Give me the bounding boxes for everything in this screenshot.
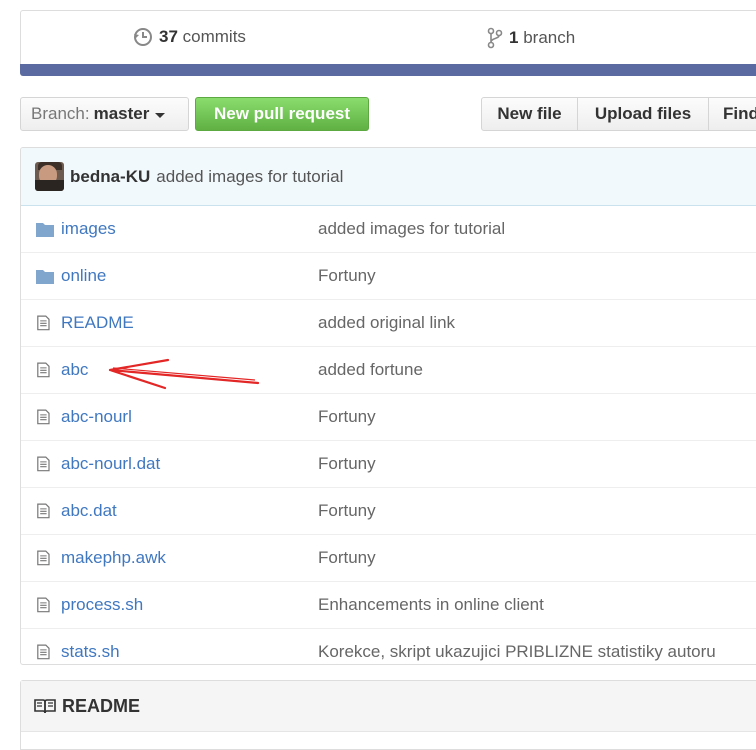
file-text-icon — [37, 362, 50, 378]
file-name-link[interactable]: stats.sh — [61, 642, 120, 662]
folder-icon — [36, 223, 54, 237]
file-name-link[interactable]: images — [61, 219, 116, 239]
file-row: abc added fortune — [21, 346, 756, 393]
branch-count: 1 — [509, 28, 519, 47]
file-row: makephp.awk Fortuny — [21, 534, 756, 581]
file-commit-message[interactable]: added fortune — [318, 360, 423, 380]
readme-header: README — [21, 681, 756, 732]
file-row: online Fortuny — [21, 252, 756, 299]
commits-count: 37 — [159, 27, 178, 46]
file-text-icon — [37, 456, 50, 472]
file-text-icon — [37, 315, 50, 331]
avatar[interactable] — [35, 162, 64, 191]
file-row: abc-nourl.dat Fortuny — [21, 440, 756, 487]
file-row: abc-nourl Fortuny — [21, 393, 756, 440]
branches-link[interactable]: 1 branch — [487, 27, 575, 49]
file-text-icon — [37, 409, 50, 425]
file-list: bedna-KU added images for tutorial image… — [20, 147, 756, 665]
file-name-link[interactable]: abc — [61, 360, 88, 380]
file-commit-message[interactable]: Enhancements in online client — [318, 595, 544, 615]
file-commit-message[interactable]: Fortuny — [318, 501, 376, 521]
file-name-link[interactable]: makephp.awk — [61, 548, 166, 568]
book-icon — [34, 699, 56, 714]
branch-prefix: Branch: — [31, 104, 90, 123]
file-text-icon — [37, 550, 50, 566]
new-pull-request-button[interactable]: New pull request — [195, 97, 369, 131]
file-commit-message[interactable]: Fortuny — [318, 548, 376, 568]
folder-icon — [36, 270, 54, 284]
file-text-icon — [37, 503, 50, 519]
language-bar — [20, 64, 756, 76]
commits-label: commits — [182, 27, 246, 46]
git-branch-icon — [487, 27, 503, 49]
latest-commit: bedna-KU added images for tutorial — [21, 148, 756, 206]
caret-down-icon — [155, 113, 166, 118]
file-text-icon — [37, 644, 50, 660]
file-row: README added original link — [21, 299, 756, 346]
file-commit-message[interactable]: added images for tutorial — [318, 219, 505, 239]
history-icon — [134, 28, 152, 46]
file-row: abc.dat Fortuny — [21, 487, 756, 534]
commits-link[interactable]: 37 commits — [133, 27, 246, 47]
branch-name: master — [93, 104, 150, 123]
file-commit-message[interactable]: added original link — [318, 313, 455, 333]
file-commit-message[interactable]: Fortuny — [318, 407, 376, 427]
file-name-link[interactable]: online — [61, 266, 106, 286]
branch-label: branch — [523, 28, 576, 47]
commit-author[interactable]: bedna-KU — [70, 167, 150, 187]
repo-summary: 37 commits 1 branch — [20, 10, 756, 64]
file-commit-message[interactable]: Korekce, skript ukazujici PRIBLIZNE stat… — [318, 642, 716, 662]
commit-message[interactable]: added images for tutorial — [156, 167, 343, 187]
file-row: images added images for tutorial — [21, 206, 756, 252]
upload-files-button[interactable]: Upload files — [577, 97, 709, 131]
file-row: process.sh Enhancements in online client — [21, 581, 756, 628]
readme-title: README — [62, 695, 141, 716]
file-name-link[interactable]: process.sh — [61, 595, 143, 615]
file-text-icon — [37, 597, 50, 613]
branch-select-button[interactable]: Branch: master — [20, 97, 189, 131]
file-name-link[interactable]: README — [61, 313, 134, 333]
file-commit-message[interactable]: Fortuny — [318, 454, 376, 474]
file-name-link[interactable]: abc.dat — [61, 501, 117, 521]
find-file-button[interactable]: Find — [708, 97, 756, 131]
file-row: stats.sh Korekce, skript ukazujici PRIBLI… — [21, 628, 756, 664]
file-commit-message[interactable]: Fortuny — [318, 266, 376, 286]
readme-box: README — [20, 680, 756, 750]
new-file-button[interactable]: New file — [481, 97, 578, 131]
file-name-link[interactable]: abc-nourl — [61, 407, 132, 427]
file-name-link[interactable]: abc-nourl.dat — [61, 454, 160, 474]
